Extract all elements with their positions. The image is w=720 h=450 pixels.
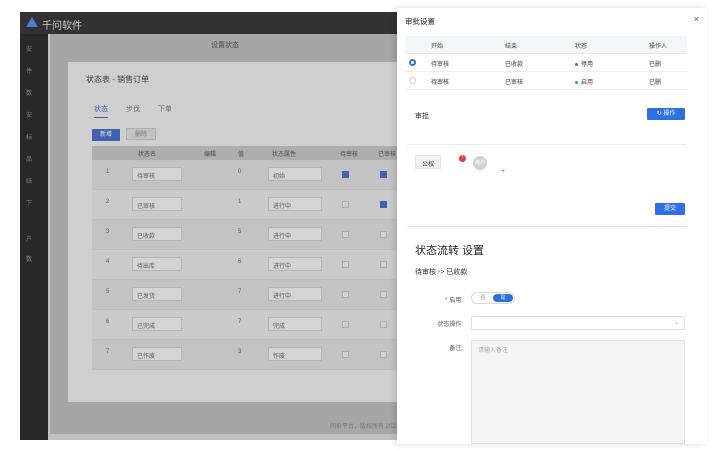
approver-tag[interactable]: 公权	[415, 155, 442, 169]
column-header: 开始	[431, 44, 444, 50]
divider	[407, 144, 687, 145]
transition-operator: 已删	[649, 62, 662, 68]
transition-row[interactable]: 待审核 已审核 启用 已删	[405, 72, 687, 90]
close-icon[interactable]: ×	[694, 14, 699, 24]
status-dot	[575, 80, 578, 84]
chevron-down-icon: ⌄	[673, 320, 679, 326]
drawer-title: 审批设置	[405, 17, 435, 26]
submit-button[interactable]: 提交	[655, 203, 685, 215]
modal-overlay[interactable]	[20, 12, 400, 440]
warning-badge: !	[459, 155, 466, 162]
status-dot	[575, 62, 578, 66]
background-app: 千问软件 安 件 数 安 标 品 结 下 户 数 设置状态 状态表 - 销售订单…	[20, 12, 400, 440]
transition-row[interactable]: 待审核 已收款 停用 已删	[405, 54, 687, 72]
transition-status: 停用	[575, 59, 593, 68]
transition-table-header: 开始 结束 状态 操作人	[405, 36, 687, 54]
divider	[407, 226, 687, 227]
row-radio[interactable]	[409, 77, 416, 84]
column-header: 结束	[505, 44, 518, 50]
flow-settings-title: 状态流转 设置	[415, 245, 485, 257]
screen: 千问软件 安 件 数 安 标 品 结 下 户 数 设置状态 状态表 - 销售订单…	[0, 0, 720, 450]
enable-label: * 启用:	[403, 295, 463, 304]
config-button[interactable]: ↻ 操作	[647, 108, 685, 120]
transition-table: 开始 结束 状态 操作人 待审核 已收款 停用 已删 待审核 已审核 启用 已删	[405, 36, 687, 90]
transition-end: 已审核	[505, 80, 524, 86]
flow-path: 待审核 -> 已收款	[415, 269, 468, 276]
enable-toggle[interactable]: 否 是	[471, 292, 515, 304]
status-text: 启用	[581, 80, 594, 86]
enable-label-text: 启用:	[449, 298, 463, 304]
column-header: 操作人	[649, 44, 668, 50]
toggle-off-option[interactable]: 否	[474, 294, 492, 302]
avatar[interactable]: 用户	[473, 156, 487, 170]
state-operation-label: 状态操作:	[437, 322, 463, 328]
approval-label: 审批	[415, 113, 429, 120]
state-operation-select[interactable]: ⌄	[471, 316, 685, 330]
column-header: 状态	[575, 44, 588, 50]
toggle-on-option[interactable]: 是	[493, 294, 513, 302]
add-approver-icon[interactable]: +	[501, 168, 505, 175]
transition-status: 启用	[575, 77, 593, 86]
row-radio[interactable]	[409, 59, 416, 66]
approval-drawer: 审批设置 × 开始 结束 状态 操作人 待审核 已收款 停用 已删 待审核 已审核 启用 已删…	[397, 8, 707, 444]
transition-start: 待审核	[431, 62, 450, 68]
transition-operator: 已删	[649, 80, 662, 86]
remark-label: 备注:	[449, 346, 463, 352]
remark-input[interactable]: 请输入备注	[471, 340, 685, 444]
transition-table-body: 待审核 已收款 停用 已删 待审核 已审核 启用 已删	[405, 54, 687, 90]
required-mark: *	[444, 298, 448, 304]
transition-end: 已收款	[505, 62, 524, 68]
status-text: 停用	[581, 62, 594, 68]
transition-start: 待审核	[431, 80, 450, 86]
